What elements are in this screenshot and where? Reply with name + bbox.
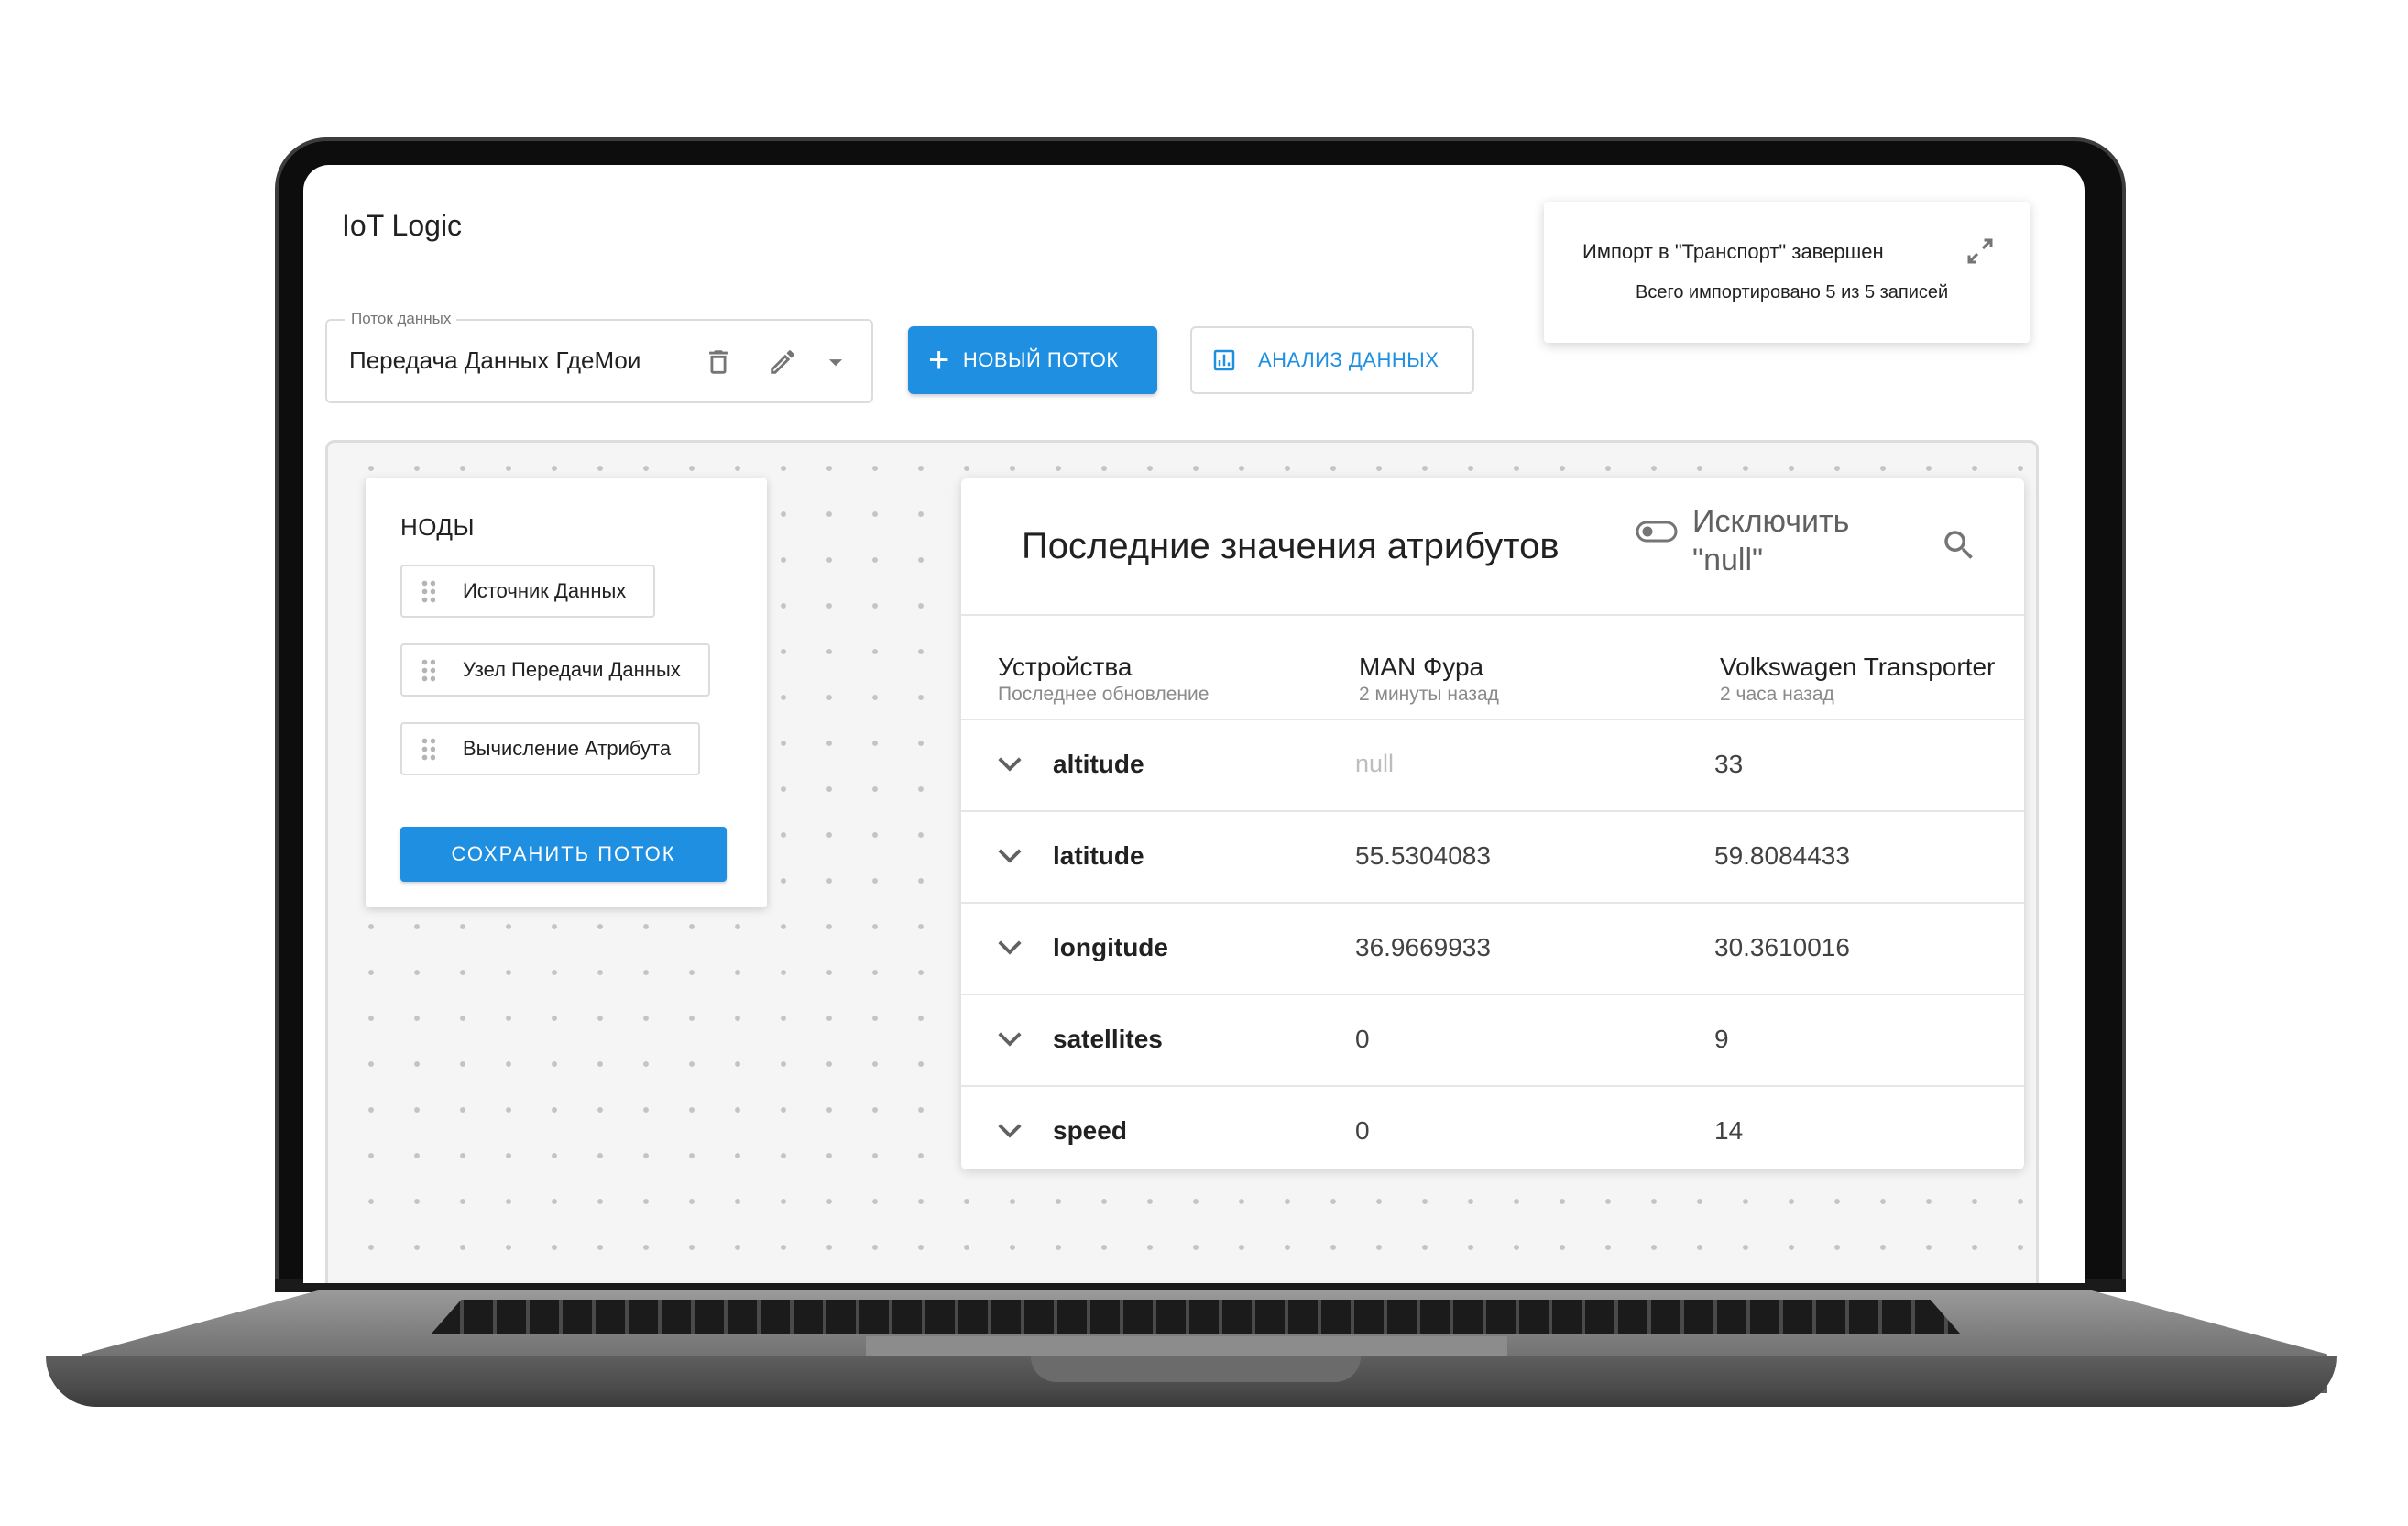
node-item-data-transfer[interactable]: Узел Передачи Данных [400,643,710,697]
attributes-panel: Последние значения атрибутов Исключить "… [961,478,2024,1169]
nodes-panel: НОДЫ Источник Данных Узел Передачи Данны… [366,478,767,907]
divider [961,614,2024,616]
flow-select-value: Передача Данных ГдеМои [349,346,641,374]
column-subtitle: Последнее обновление [998,684,1209,705]
node-item-label: Вычисление Атрибута [463,737,672,760]
table-row[interactable]: longitude 36.9669933 30.3610016 [961,902,2024,994]
attribute-value: 30.3610016 [1714,933,1850,961]
attribute-name: altitude [1053,750,1144,778]
column-title: Volkswagen Transporter [1720,653,1996,681]
attribute-value: 33 [1714,750,1744,778]
expand-icon[interactable] [1964,235,1997,268]
table-row[interactable]: latitude 55.5304083 59.8084433 [961,810,2024,902]
drag-handle-icon[interactable] [421,737,435,761]
column-header-devices: Устройства Последнее обновление [998,653,1209,706]
attribute-value: 55.5304083 [1355,841,1491,870]
table-row[interactable]: altitude null 33 [961,719,2024,810]
attribute-name: speed [1053,1116,1127,1145]
import-notification: Импорт в "Транспорт" завершен Всего импо… [1544,202,2030,343]
toggle-icon[interactable] [1636,521,1678,543]
attribute-value: 0 [1355,1116,1370,1145]
analyze-data-button[interactable]: АНАЛИЗ ДАННЫХ [1190,326,1474,394]
exclude-null-line1: Исключить [1692,504,1850,539]
attribute-name: satellites [1053,1025,1163,1053]
column-header-volkswagen: Volkswagen Transporter 2 часа назад [1720,653,1995,706]
chevron-down-icon[interactable] [996,1030,1023,1048]
attribute-name: latitude [1053,841,1144,870]
search-icon[interactable] [1940,526,1978,565]
analyze-data-label: АНАЛИЗ ДАННЫХ [1258,348,1439,371]
node-item-label: Источник Данных [463,579,627,602]
attribute-value: null [1355,750,1395,777]
drag-handle-icon[interactable] [421,579,435,603]
exclude-null-line2: "null" [1692,543,1764,577]
chevron-down-icon[interactable] [996,1122,1023,1140]
save-flow-button[interactable]: СОХРАНИТЬ ПОТОК [400,827,727,882]
laptop-keyboard [431,1300,1961,1334]
attribute-value: 59.8084433 [1714,841,1850,870]
table-row[interactable]: speed 0 14 [961,1085,2024,1169]
chevron-down-icon[interactable] [996,755,1023,774]
attribute-name: longitude [1053,933,1168,961]
notification-title: Импорт в "Транспорт" завершен [1582,240,1884,263]
table-row[interactable]: satellites 0 9 [961,994,2024,1085]
attribute-value: 9 [1714,1025,1729,1053]
column-subtitle: 2 минуты назад [1359,684,1499,705]
node-item-data-source[interactable]: Источник Данных [400,565,656,618]
new-flow-button[interactable]: + НОВЫЙ ПОТОК [908,326,1157,394]
laptop-notch [1031,1356,1361,1382]
dropdown-arrow-icon[interactable] [820,346,851,378]
new-flow-label: НОВЫЙ ПОТОК [962,348,1119,371]
pencil-icon[interactable] [767,346,798,378]
drag-handle-icon[interactable] [421,658,435,682]
column-subtitle: 2 часа назад [1720,684,1834,705]
notification-subtitle: Всего импортировано 5 из 5 записей [1636,282,1949,302]
column-title: MAN Фура [1359,653,1484,681]
flow-select[interactable]: Поток данных Передача Данных ГдеМои [325,310,873,403]
column-title: Устройства [998,653,1133,681]
laptop-screen: IoT Logic Поток данных Передача Данных Г… [303,165,2085,1283]
column-header-man: MAN Фура 2 минуты назад [1359,653,1499,706]
exclude-null-label: Исключить "null" [1692,502,1894,579]
app-title: IoT Logic [342,209,463,242]
nodes-title: НОДЫ [400,513,476,541]
trash-icon[interactable] [703,346,734,378]
attributes-title: Последние значения атрибутов [1022,526,1560,566]
attribute-value: 0 [1355,1025,1370,1053]
node-item-label: Узел Передачи Данных [463,658,681,681]
flow-select-label: Поток данных [345,310,457,328]
plus-icon: + [928,340,950,380]
attribute-value: 36.9669933 [1355,933,1491,961]
chevron-down-icon[interactable] [996,939,1023,957]
node-item-attribute-calc[interactable]: Вычисление Атрибута [400,722,701,775]
chevron-down-icon[interactable] [996,847,1023,865]
attribute-value: 14 [1714,1116,1744,1145]
chart-icon [1213,349,1235,371]
